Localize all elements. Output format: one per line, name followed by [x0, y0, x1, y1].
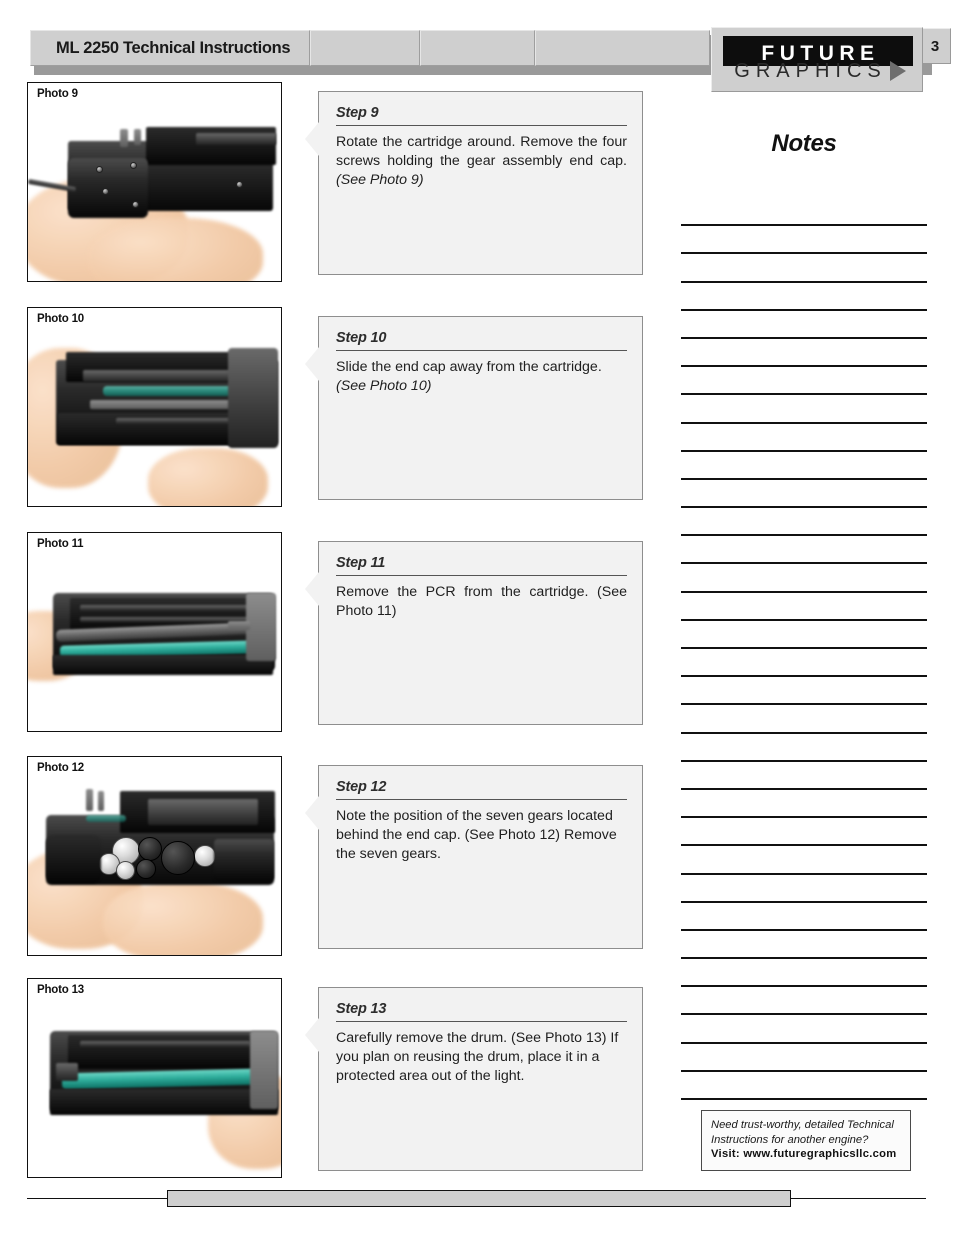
photo-box-9	[27, 82, 282, 282]
step-body-13: Carefully remove the drum. (See Photo 13…	[336, 1030, 619, 1084]
step-body-12: Note the position of the seven gears loc…	[336, 808, 617, 862]
note-line[interactable]	[681, 254, 927, 283]
photo-box-10	[27, 307, 282, 507]
future-graphics-logo: FUTURE GRAPHICS	[711, 27, 923, 92]
step-title-11: Step 11	[336, 555, 627, 576]
note-line[interactable]	[681, 283, 927, 311]
step-box-11: Step 11 Remove the PCR from the cartridg…	[304, 541, 643, 725]
step-notch-13	[305, 1018, 319, 1052]
photo-box-13	[27, 978, 282, 1178]
step-notch-11	[305, 572, 319, 606]
photo-box-11	[27, 532, 282, 732]
step-notch-10	[305, 347, 319, 381]
promo-line-1: Need trust-worthy, detailed Technical	[711, 1119, 894, 1131]
photo-label-10: Photo 10	[37, 313, 84, 325]
notes-ruled-lines[interactable]	[681, 198, 927, 1100]
note-line[interactable]	[681, 226, 927, 255]
notes-section: Notes	[681, 130, 927, 158]
photo-image-10	[28, 308, 281, 506]
photo-image-13	[28, 979, 281, 1177]
step-body-text-10: Slide the end cap away from the cartridg…	[336, 359, 602, 375]
step-body-ref-10: (See Photo 10)	[336, 378, 432, 394]
note-line[interactable]	[681, 480, 927, 509]
step-notch-9	[305, 122, 319, 156]
note-line[interactable]	[681, 649, 927, 678]
note-line[interactable]	[681, 1015, 927, 1044]
promo-line-2: Instructions for another engine?	[711, 1133, 869, 1146]
note-line[interactable]	[681, 959, 927, 988]
notes-heading: Notes	[771, 130, 837, 157]
note-line[interactable]	[681, 593, 927, 621]
step-body-11: Remove the PCR from the cartridge. (See …	[336, 584, 627, 619]
note-line[interactable]	[681, 536, 927, 565]
step-box-9: Step 9 Rotate the cartridge around. Remo…	[304, 91, 643, 275]
note-line[interactable]	[681, 1072, 927, 1100]
photo-image-12	[28, 757, 281, 955]
photo-image-11	[28, 533, 281, 731]
step-title-13: Step 13	[336, 1001, 627, 1022]
step-title-12: Step 12	[336, 779, 627, 800]
header-segment-4	[535, 30, 710, 66]
logo-graphics-text: GRAPHICS	[734, 60, 887, 82]
page-title: ML 2250 Technical Instructions	[56, 38, 291, 57]
note-line[interactable]	[681, 818, 927, 847]
note-line[interactable]	[681, 875, 927, 903]
note-line[interactable]	[681, 339, 927, 368]
photo-image-9	[28, 83, 281, 281]
note-line[interactable]	[681, 564, 927, 593]
step-box-12: Step 12 Note the position of the seven g…	[304, 765, 643, 949]
step-box-13: Step 13 Carefully remove the drum. (See …	[304, 987, 643, 1171]
step-title-9: Step 9	[336, 105, 627, 126]
step-title-10: Step 10	[336, 330, 627, 351]
note-line[interactable]	[681, 677, 927, 706]
note-line[interactable]	[681, 734, 927, 762]
header-title-segment: ML 2250 Technical Instructions	[30, 30, 310, 66]
promo-box[interactable]: Need trust-worthy, detailed Technical In…	[701, 1110, 911, 1171]
header-segment-2	[310, 30, 420, 66]
promo-website-link[interactable]: Visit: www.futuregraphicsllc.com	[711, 1147, 901, 1162]
step-body-9: Rotate the cartridge around. Remove the …	[336, 133, 627, 190]
step-body-text-9: Rotate the cartridge around. Remove the …	[336, 134, 627, 169]
note-line[interactable]	[681, 1044, 927, 1072]
note-line[interactable]	[681, 987, 927, 1016]
header-segment-3	[420, 30, 535, 66]
note-line[interactable]	[681, 762, 927, 790]
photo-label-9: Photo 9	[37, 88, 78, 100]
footer-block	[167, 1190, 791, 1207]
note-line[interactable]	[681, 931, 927, 960]
note-line[interactable]	[681, 705, 927, 734]
photo-label-13: Photo 13	[37, 984, 84, 996]
step-body-10: Slide the end cap away from the cartridg…	[336, 358, 627, 396]
note-line[interactable]	[681, 846, 927, 875]
note-line[interactable]	[681, 452, 927, 480]
note-line[interactable]	[681, 621, 927, 649]
note-line[interactable]	[681, 395, 927, 424]
step-body-ref-9: (See Photo 9)	[336, 172, 424, 188]
photo-label-11: Photo 11	[37, 538, 84, 550]
right-triangle-icon	[890, 61, 906, 81]
step-box-10: Step 10 Slide the end cap away from the …	[304, 316, 643, 500]
note-line[interactable]	[681, 367, 927, 396]
note-line[interactable]	[681, 903, 927, 931]
note-line[interactable]	[681, 198, 927, 227]
note-line[interactable]	[681, 311, 927, 339]
note-line[interactable]	[681, 424, 927, 452]
photo-box-12	[27, 756, 282, 956]
step-notch-12	[305, 796, 319, 830]
note-line[interactable]	[681, 790, 927, 819]
photo-label-12: Photo 12	[37, 762, 84, 774]
page-header: ML 2250 Technical Instructions 3 FUTURE …	[30, 27, 954, 92]
note-line[interactable]	[681, 508, 927, 537]
page-number-badge: 3	[919, 28, 951, 64]
